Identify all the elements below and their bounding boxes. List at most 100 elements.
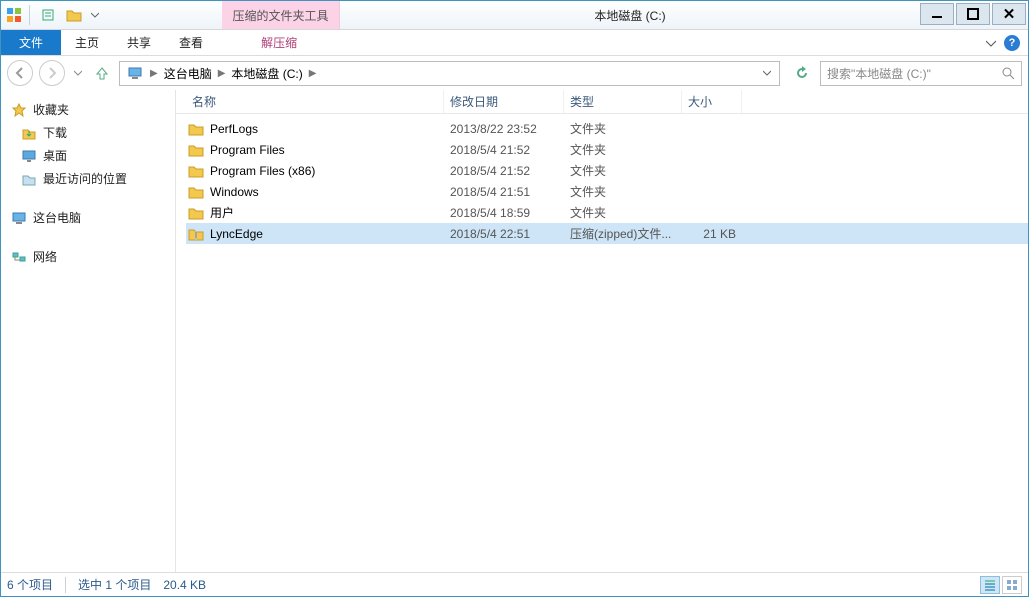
chevron-right-icon[interactable]: ▶ bbox=[216, 68, 228, 79]
file-row[interactable]: PerfLogs 2013/8/22 23:52文件夹 bbox=[186, 118, 1028, 139]
col-name[interactable]: 名称 bbox=[186, 90, 444, 113]
tab-extract[interactable]: 解压缩 bbox=[247, 30, 311, 55]
content-area: 收藏夹 下载 桌面 最近访问的位置 这台电脑 bbox=[1, 90, 1028, 572]
computer-icon bbox=[11, 210, 27, 226]
ribbon-expand-icon[interactable] bbox=[986, 38, 996, 48]
desktop-icon bbox=[21, 148, 37, 164]
file-row[interactable]: LyncEdge 2018/5/4 22:51压缩(zipped)文件...21 … bbox=[186, 223, 1028, 244]
sidebar-item-label: 桌面 bbox=[43, 147, 67, 164]
file-type: 文件夹 bbox=[564, 162, 682, 179]
file-name: Program Files bbox=[210, 143, 285, 157]
address-dropdown-icon[interactable] bbox=[759, 69, 775, 77]
sidebar-item-recent[interactable]: 最近访问的位置 bbox=[1, 167, 175, 190]
view-large-icons-button[interactable] bbox=[1002, 576, 1022, 594]
refresh-button[interactable] bbox=[790, 61, 814, 85]
file-type: 文件夹 bbox=[564, 183, 682, 200]
folder-icon bbox=[188, 205, 204, 221]
sidebar-item-label: 网络 bbox=[33, 248, 57, 265]
crumb-computer-icon[interactable] bbox=[124, 66, 148, 80]
sidebar-item-desktop[interactable]: 桌面 bbox=[1, 144, 175, 167]
file-row[interactable]: Program Files 2018/5/4 21:52文件夹 bbox=[186, 139, 1028, 160]
help-icon[interactable]: ? bbox=[1004, 35, 1020, 51]
contextual-tab-header: 压缩的文件夹工具 bbox=[222, 1, 340, 29]
file-name: 用户 bbox=[210, 204, 234, 221]
navigation-pane: 收藏夹 下载 桌面 最近访问的位置 这台电脑 bbox=[1, 90, 176, 572]
chevron-right-icon[interactable]: ▶ bbox=[148, 68, 160, 79]
file-date: 2018/5/4 18:59 bbox=[444, 206, 564, 220]
file-rows: PerfLogs2013/8/22 23:52文件夹Program Files2… bbox=[176, 114, 1028, 244]
title-bar: 压缩的文件夹工具 本地磁盘 (C:) ✕ bbox=[1, 1, 1028, 30]
favorites-label: 收藏夹 bbox=[33, 101, 69, 118]
file-date: 2018/5/4 21:52 bbox=[444, 143, 564, 157]
close-button[interactable]: ✕ bbox=[992, 3, 1026, 25]
view-details-button[interactable] bbox=[980, 576, 1000, 594]
search-placeholder: 搜索"本地磁盘 (C:)" bbox=[827, 65, 931, 82]
file-date: 2018/5/4 22:51 bbox=[444, 227, 564, 241]
file-type: 压缩(zipped)文件... bbox=[564, 225, 682, 242]
search-input[interactable]: 搜索"本地磁盘 (C:)" bbox=[820, 61, 1022, 86]
file-row[interactable]: 用户 2018/5/4 18:59文件夹 bbox=[186, 202, 1028, 223]
col-size[interactable]: 大小 bbox=[682, 90, 742, 113]
file-list-pane: 名称 修改日期 类型 大小 PerfLogs2013/8/22 23:52文件夹… bbox=[176, 90, 1028, 572]
recent-places-icon bbox=[21, 171, 37, 187]
file-name: Windows bbox=[210, 185, 259, 199]
status-bar: 6 个项目 选中 1 个项目 20.4 KB bbox=[1, 572, 1028, 596]
sidebar-item-this-pc[interactable]: 这台电脑 bbox=[1, 206, 175, 229]
window-controls: ✕ bbox=[920, 1, 1028, 29]
maximize-button[interactable] bbox=[956, 3, 990, 25]
file-row[interactable]: Windows 2018/5/4 21:51文件夹 bbox=[186, 181, 1028, 202]
file-type: 文件夹 bbox=[564, 141, 682, 158]
navigation-bar: ▶ 这台电脑 ▶ 本地磁盘 (C:) ▶ 搜索"本地磁盘 (C:)" bbox=[1, 56, 1028, 90]
status-item-count: 6 个项目 bbox=[7, 576, 53, 593]
star-icon bbox=[11, 102, 27, 118]
network-icon bbox=[11, 249, 27, 265]
file-type: 文件夹 bbox=[564, 120, 682, 137]
downloads-icon bbox=[21, 125, 37, 141]
crumb-current[interactable]: 本地磁盘 (C:) bbox=[227, 65, 306, 82]
column-headers: 名称 修改日期 类型 大小 bbox=[176, 90, 1028, 114]
qat-properties-button[interactable] bbox=[36, 3, 60, 27]
file-size: 21 KB bbox=[682, 227, 742, 241]
file-date: 2018/5/4 21:52 bbox=[444, 164, 564, 178]
file-type: 文件夹 bbox=[564, 204, 682, 221]
sidebar-item-network[interactable]: 网络 bbox=[1, 245, 175, 268]
file-name: LyncEdge bbox=[210, 227, 263, 241]
file-tab[interactable]: 文件 bbox=[1, 30, 61, 55]
file-date: 2018/5/4 21:51 bbox=[444, 185, 564, 199]
favorites-header[interactable]: 收藏夹 bbox=[1, 98, 175, 121]
qat-customize-dropdown[interactable] bbox=[88, 3, 102, 27]
qat-new-folder-button[interactable] bbox=[62, 3, 86, 27]
sidebar-item-label: 这台电脑 bbox=[33, 209, 81, 226]
history-dropdown[interactable] bbox=[71, 60, 85, 86]
sidebar-item-downloads[interactable]: 下载 bbox=[1, 121, 175, 144]
status-selected-size: 20.4 KB bbox=[163, 578, 206, 592]
tab-share[interactable]: 共享 bbox=[113, 30, 165, 55]
quick-access-toolbar bbox=[1, 1, 106, 29]
folder-icon bbox=[188, 184, 204, 200]
file-date: 2013/8/22 23:52 bbox=[444, 122, 564, 136]
back-button[interactable] bbox=[7, 60, 33, 86]
col-date[interactable]: 修改日期 bbox=[444, 90, 564, 113]
search-icon bbox=[1001, 66, 1015, 80]
file-row[interactable]: Program Files (x86)2018/5/4 21:52文件夹 bbox=[186, 160, 1028, 181]
sidebar-item-label: 最近访问的位置 bbox=[43, 170, 127, 187]
zip-icon bbox=[188, 226, 204, 242]
address-bar[interactable]: ▶ 这台电脑 ▶ 本地磁盘 (C:) ▶ bbox=[119, 61, 780, 86]
app-icon bbox=[5, 6, 23, 24]
chevron-right-icon[interactable]: ▶ bbox=[307, 68, 319, 79]
window-title: 本地磁盘 (C:) bbox=[340, 1, 920, 29]
status-selected-count: 选中 1 个项目 bbox=[78, 576, 151, 593]
tab-view[interactable]: 查看 bbox=[165, 30, 217, 55]
ribbon: 文件 主页 共享 查看 解压缩 ? bbox=[1, 30, 1028, 56]
folder-icon bbox=[188, 121, 204, 137]
folder-icon bbox=[188, 142, 204, 158]
file-name: PerfLogs bbox=[210, 122, 258, 136]
minimize-button[interactable] bbox=[920, 3, 954, 25]
forward-button[interactable] bbox=[39, 60, 65, 86]
folder-icon bbox=[188, 163, 204, 179]
explorer-window: 压缩的文件夹工具 本地磁盘 (C:) ✕ 文件 主页 共享 查看 解压缩 ? bbox=[0, 0, 1029, 597]
crumb-this-pc[interactable]: 这台电脑 bbox=[160, 65, 216, 82]
up-button[interactable] bbox=[91, 62, 113, 84]
tab-home[interactable]: 主页 bbox=[61, 30, 113, 55]
col-type[interactable]: 类型 bbox=[564, 90, 682, 113]
